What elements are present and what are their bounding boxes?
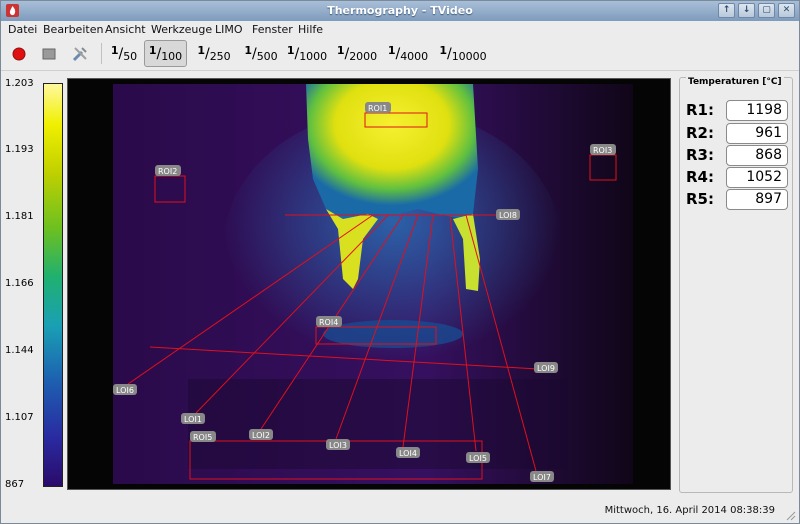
title-bar[interactable]: Thermography - TVideo ↑ ↓ ▢ ✕: [1, 1, 799, 21]
status-bar: Mittwoch, 16. April 2014 08:38:39: [1, 501, 799, 523]
scale-label: 1.181: [5, 211, 34, 222]
roi3-label: ROI3: [593, 146, 612, 155]
scale-label: 1.203: [5, 78, 34, 89]
shutter-1-10000[interactable]: 1/10000: [438, 40, 488, 67]
temp-row-r4: R4: 1052: [686, 167, 790, 189]
shutter-1-50[interactable]: 1/50: [107, 40, 141, 67]
temp-row-r3: R3: 868: [686, 145, 790, 167]
menu-ansicht[interactable]: Ansicht: [105, 23, 146, 36]
temp-label: R2:: [686, 124, 714, 142]
shutter-1-1000[interactable]: 1/1000: [286, 40, 328, 67]
window-up-button[interactable]: ↑: [718, 3, 735, 18]
temp-row-r5: R5: 897: [686, 189, 790, 211]
window-close-button[interactable]: ✕: [778, 3, 795, 18]
color-scale: 1.203 1.193 1.181 1.166 1.144 1.107 867: [5, 77, 65, 493]
app-window: Thermography - TVideo ↑ ↓ ▢ ✕ Datei Bear…: [0, 0, 800, 524]
loi6-label: LOI6: [116, 386, 134, 395]
temp-label: R4:: [686, 168, 714, 186]
colorbar-gradient: [43, 83, 63, 487]
roi1-label: ROI1: [368, 104, 387, 113]
scale-label: 1.144: [5, 345, 34, 356]
thermal-image: ROI1 ROI2 ROI3 ROI4 ROI5 LOI1 LOI2 LOI3 …: [113, 84, 633, 484]
loi7-label: LOI7: [533, 473, 551, 482]
window-title: Thermography - TVideo: [327, 4, 473, 17]
toolbar-separator: [101, 43, 102, 64]
temp-value-r1: 1198: [726, 100, 788, 121]
loi4-label: LOI4: [399, 449, 417, 458]
temp-value-r4: 1052: [726, 167, 788, 188]
thermal-shadow: [188, 379, 568, 469]
temp-label: R1:: [686, 101, 714, 119]
roi2-label: ROI2: [158, 167, 177, 176]
loi3-label: LOI3: [329, 441, 347, 450]
temp-value-r3: 868: [726, 145, 788, 166]
stop-button[interactable]: [37, 40, 61, 67]
shutter-1-2000[interactable]: 1/2000: [335, 40, 379, 67]
loi8-label: LOI8: [499, 211, 517, 220]
menu-datei[interactable]: Datei: [8, 23, 37, 36]
menu-bar: Datei Bearbeiten Ansicht Werkzeuge LIMO …: [1, 21, 799, 38]
temperature-panel-title: Temperaturen [°C]: [686, 77, 784, 87]
thermal-hot-region: [306, 84, 478, 219]
shutter-1-4000[interactable]: 1/4000: [386, 40, 430, 67]
temp-label: R3:: [686, 146, 714, 164]
temperature-panel: Temperaturen [°C] R1: 1198 R2: 961 R3: 8…: [679, 77, 793, 493]
temp-label: R5:: [686, 190, 714, 208]
loi9-label: LOI9: [537, 364, 555, 373]
tools-button[interactable]: [67, 40, 93, 67]
scale-label: 1.193: [5, 144, 34, 155]
menu-hilfe[interactable]: Hilfe: [298, 23, 323, 36]
window-minimize-button[interactable]: ↓: [738, 3, 755, 18]
loi1-label: LOI1: [184, 415, 202, 424]
temp-row-r2: R2: 961: [686, 123, 790, 145]
resize-grip-icon[interactable]: [784, 509, 796, 521]
roi5-label: ROI5: [193, 433, 212, 442]
scale-label: 1.166: [5, 278, 34, 289]
toolbar: 1/50 1/100 1/250 1/500 1/1000 1/2000 1/4…: [1, 38, 799, 71]
record-icon: [12, 47, 26, 60]
status-datetime: Mittwoch, 16. April 2014 08:38:39: [604, 505, 775, 516]
roi4-label: ROI4: [319, 318, 338, 327]
menu-bearbeiten[interactable]: Bearbeiten: [43, 23, 103, 36]
menu-limo[interactable]: LIMO: [215, 23, 243, 36]
temp-row-r1: R1: 1198: [686, 100, 790, 122]
menu-fenster[interactable]: Fenster: [252, 23, 293, 36]
scale-label: 867: [5, 479, 25, 490]
stop-icon: [42, 48, 56, 59]
shutter-1-100[interactable]: 1/100: [144, 40, 187, 67]
record-button[interactable]: [7, 40, 31, 67]
window-maximize-button[interactable]: ▢: [758, 3, 775, 18]
app-flame-icon: [6, 4, 19, 17]
loi5-label: LOI5: [469, 454, 487, 463]
menu-werkzeuge[interactable]: Werkzeuge: [151, 23, 212, 36]
temp-value-r5: 897: [726, 189, 788, 210]
tools-icon: [72, 46, 87, 61]
loi2-label: LOI2: [252, 431, 270, 440]
scale-label: 1.107: [5, 412, 34, 423]
temp-value-r2: 961: [726, 123, 788, 144]
shutter-1-500[interactable]: 1/500: [240, 40, 282, 67]
shutter-1-250[interactable]: 1/250: [193, 40, 235, 67]
thermal-image-view[interactable]: ROI1 ROI2 ROI3 ROI4 ROI5 LOI1 LOI2 LOI3 …: [67, 78, 671, 490]
